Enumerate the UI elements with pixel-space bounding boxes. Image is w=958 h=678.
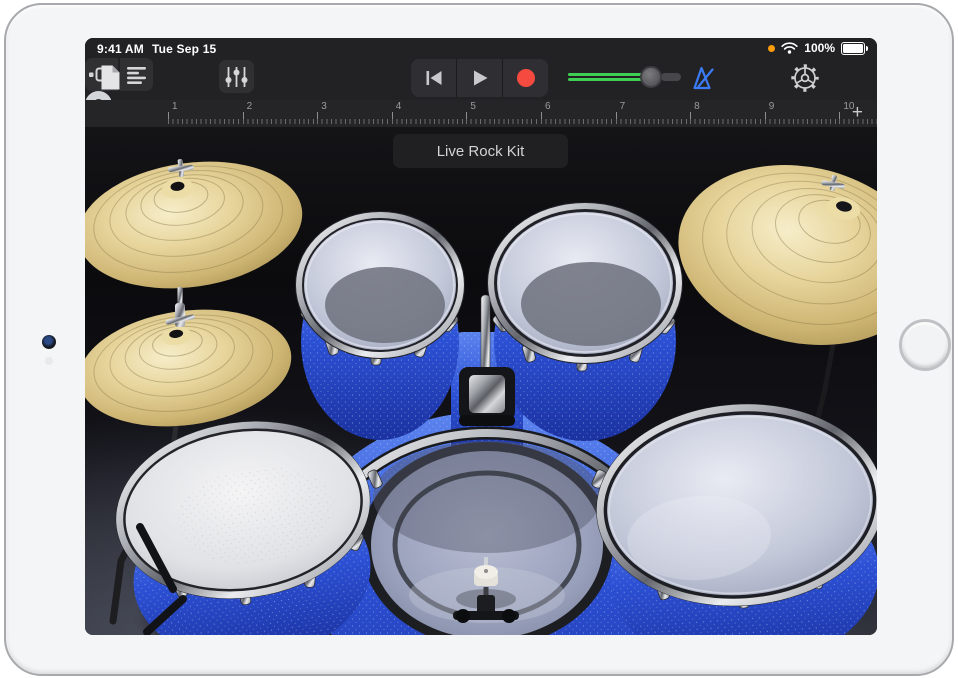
ruler-bar[interactable]: 2 (243, 100, 318, 127)
play-button[interactable] (457, 59, 502, 97)
skip-to-beginning-icon (424, 70, 444, 86)
my-songs-document-icon (100, 64, 121, 91)
tom-right[interactable] (487, 202, 683, 441)
ruler-bar[interactable]: 8 (690, 100, 765, 127)
status-time: 9:41 AM (97, 42, 144, 56)
ruler-bar[interactable]: 9 (765, 100, 840, 127)
ruler-bar[interactable]: 4 (392, 100, 467, 127)
kit-picker-button[interactable]: Live Rock Kit (393, 134, 568, 168)
status-time-date: 9:41 AM Tue Sep 15 (97, 42, 216, 56)
level-sliders-icon (223, 65, 250, 89)
timeline-ruler[interactable]: 12345678910 + (85, 100, 877, 128)
skip-to-beginning-button[interactable] (411, 59, 456, 97)
transport-controls (411, 59, 548, 97)
my-songs-button[interactable] (95, 61, 125, 93)
wifi-icon (781, 42, 798, 54)
volume-track[interactable] (661, 73, 681, 81)
front-camera (42, 335, 56, 349)
tracks-view-icon (125, 65, 149, 85)
play-icon (471, 69, 489, 87)
gear-icon (790, 63, 820, 93)
ruler-bar[interactable]: 6 (541, 100, 616, 127)
ambient-sensor (45, 357, 53, 365)
ruler-bar[interactable]: 7 (616, 100, 691, 127)
drum-kit-canvas[interactable] (85, 127, 877, 635)
metronome-button[interactable] (690, 64, 716, 92)
garageband-screen: 9:41 AM Tue Sep 15 100% (85, 38, 877, 635)
ruler-bars: 12345678910 (168, 100, 877, 127)
tom-left[interactable] (295, 211, 465, 440)
toolbar: ? (85, 58, 877, 101)
battery-icon (841, 42, 865, 55)
volume-slider-knob[interactable] (640, 66, 662, 88)
kit-name-label: Live Rock Kit (437, 143, 525, 160)
add-bars-button[interactable]: + (852, 101, 863, 125)
ruler-bar[interactable]: 5 (466, 100, 541, 127)
ipad-garageband-screenshot: 9:41 AM Tue Sep 15 100% (0, 0, 958, 678)
metronome-icon (691, 65, 716, 91)
track-controls-button[interactable] (219, 60, 254, 93)
status-bar: 9:41 AM Tue Sep 15 100% (85, 38, 877, 58)
settings-button[interactable] (790, 63, 820, 93)
ruler-bar[interactable]: 1 (168, 100, 243, 127)
orange-status-dot (768, 45, 775, 52)
record-icon (516, 68, 536, 88)
battery-percent: 100% (804, 41, 835, 55)
record-button[interactable] (503, 59, 548, 97)
ruler-bar[interactable]: 3 (317, 100, 392, 127)
master-volume-level (568, 73, 642, 81)
status-date: Tue Sep 15 (152, 42, 216, 56)
home-button[interactable] (899, 319, 951, 371)
